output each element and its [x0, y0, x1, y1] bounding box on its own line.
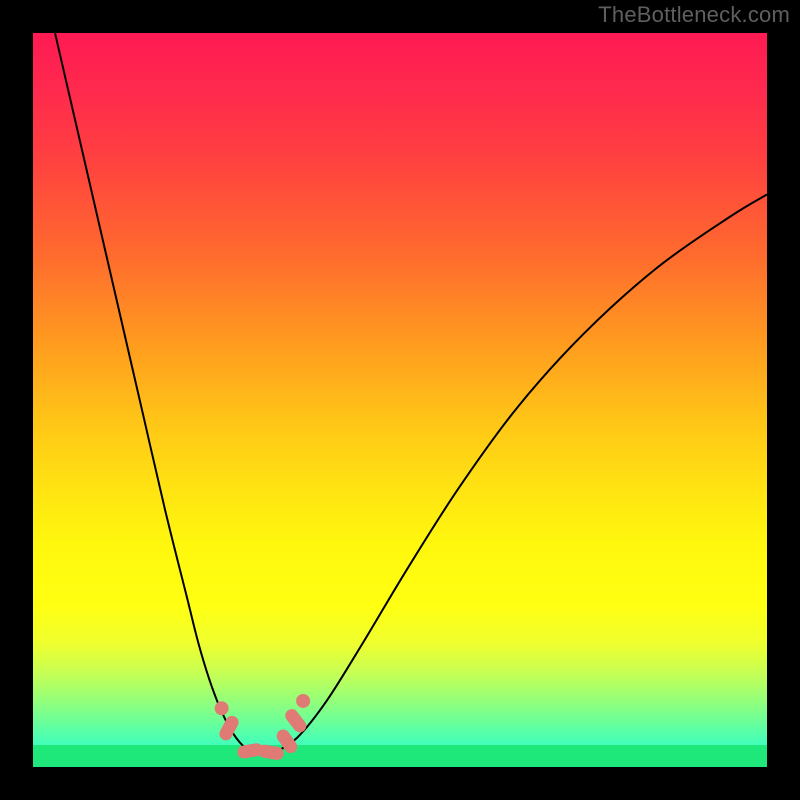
valley-marker-dot: [215, 701, 229, 715]
attribution-label: TheBottleneck.com: [598, 2, 790, 28]
plot-area: [33, 33, 767, 767]
right-curve-path: [275, 194, 767, 752]
valley-marker-dot: [296, 694, 310, 708]
valley-marker-pill: [257, 744, 285, 761]
valley-markers: [215, 694, 310, 761]
left-curve-path: [55, 33, 253, 752]
chart-stage: TheBottleneck.com: [0, 0, 800, 800]
curve-layer: [33, 33, 767, 767]
